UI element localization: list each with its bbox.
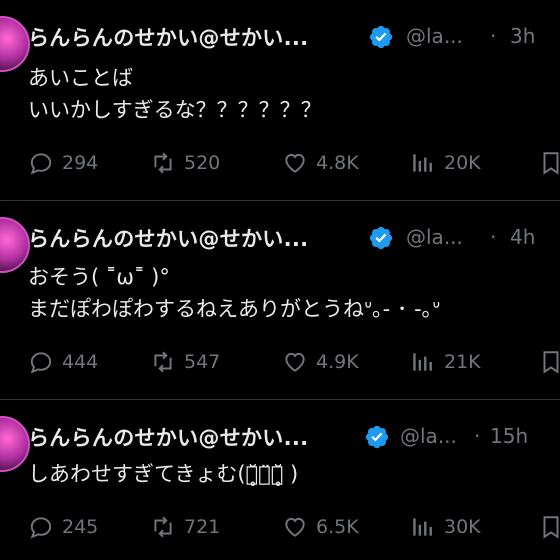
separator-dot: · [474,424,481,448]
reply-button[interactable]: 294 [28,145,98,181]
bookmark-icon[interactable] [538,150,560,176]
like-button[interactable]: 6.5K [282,509,359,545]
tweet[interactable]: らんらんのせかい@せかい... @la... · 15h しあわせすぎてきょむ(… [0,400,560,560]
reply-icon [30,352,52,374]
display-name[interactable]: らんらんのせかい@せかい... [28,22,308,52]
separator-dot: · [490,24,497,48]
tweet-header: らんらんのせかい@せかい... @la... · 15h [28,418,560,454]
repost-count: 547 [184,351,221,373]
views-button[interactable]: 30K [410,509,481,545]
repost-count: 721 [184,516,221,538]
like-count: 6.5K [316,516,359,538]
views-count: 20K [444,152,481,174]
views-count: 30K [444,516,481,538]
views-button[interactable]: 20K [410,145,481,181]
tweet-text-line: まだぽわぽわするねえありがとうねᐡ｡- ･ -｡ᐡ [28,297,441,321]
timestamp[interactable]: 4h [510,225,535,249]
timestamp[interactable]: 3h [510,24,535,48]
action-bar: 444 547 4.9K 21K [0,344,560,380]
views-count: 21K [444,351,481,373]
display-name[interactable]: らんらんのせかい@せかい... [28,422,308,452]
action-bar: 245 721 6.5K 30K [0,509,560,545]
repost-button[interactable]: 547 [150,344,220,380]
views-button[interactable]: 21K [410,344,481,380]
avatar[interactable] [0,16,30,72]
tweet[interactable]: らんらんのせかい@せかい... @la... · 3h あいことば いいかしすぎ… [0,0,560,200]
bookmark-icon[interactable] [538,349,560,375]
views-icon [413,353,432,371]
reply-icon [30,517,52,539]
tweet[interactable]: らんらんのせかい@せかい... @la... · 4h おそう( ˭ω˭ )° … [0,201,560,399]
bookmark-icon[interactable] [538,514,560,540]
views-icon [413,518,432,536]
reply-icon [30,153,52,175]
verified-badge-icon [369,25,393,49]
reply-count: 294 [62,152,99,174]
timestamp[interactable]: 15h [490,424,528,448]
like-button[interactable]: 4.8K [282,145,359,181]
like-count: 4.9K [316,351,359,373]
like-button[interactable]: 4.9K [282,344,359,380]
repost-count: 520 [184,152,221,174]
tweet-text-line: おそう( ˭ω˭ )° [28,265,170,289]
repost-button[interactable]: 721 [150,509,220,545]
tweet-header: らんらんのせかい@せかい... @la... · 3h [28,18,560,54]
action-bar: 294 520 4.8K 20K [0,145,560,181]
verified-badge-icon [365,425,389,449]
tweet-text-line: しあわせすぎてきょむ(꒪̥̆⌓̈꒪̥̆ ) [28,462,299,486]
display-name[interactable]: らんらんのせかい@せかい... [28,223,308,253]
avatar[interactable] [0,416,30,472]
like-count: 4.8K [316,152,359,174]
handle[interactable]: @la... [406,24,463,48]
handle[interactable]: @la... [400,424,457,448]
reply-button[interactable]: 444 [28,344,98,380]
like-icon [285,153,305,173]
repost-icon [154,152,172,174]
tweet-header: らんらんのせかい@せかい... @la... · 4h [28,219,560,255]
avatar[interactable] [0,217,30,273]
repost-button[interactable]: 520 [150,145,220,181]
repost-icon [154,351,172,373]
separator-dot: · [490,225,497,249]
like-icon [285,517,305,537]
tweet-text-line: あいことば [28,66,133,90]
views-icon [413,154,432,172]
reply-count: 444 [62,351,99,373]
reply-button[interactable]: 245 [28,509,98,545]
tweet-text-line: いいかしすぎるな？？？？？？ [28,98,322,122]
repost-icon [154,516,172,538]
like-icon [285,352,305,372]
handle[interactable]: @la... [406,225,463,249]
reply-count: 245 [62,516,99,538]
verified-badge-icon [369,226,393,250]
